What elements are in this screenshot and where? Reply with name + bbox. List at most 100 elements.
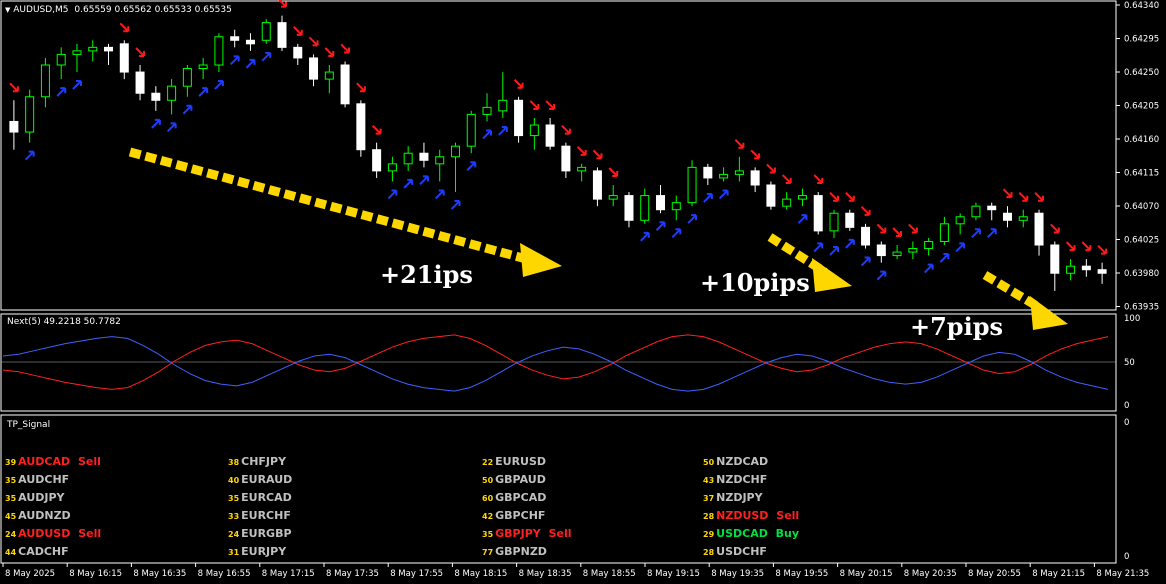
price-tick-label: 0.63980 <box>1124 269 1159 279</box>
signal-row: 77 GBPNZD <box>482 545 547 558</box>
candle-body <box>56 53 66 66</box>
signal-level-label: 0 <box>1124 418 1129 428</box>
candle-body <box>119 43 129 73</box>
signal-row: 24 EURGBP <box>228 527 292 540</box>
candle-body <box>529 124 539 137</box>
candle-body <box>214 36 224 66</box>
candle-body <box>372 149 382 172</box>
sell-arrow-icon <box>9 82 19 93</box>
sell-arrow-icon <box>513 79 524 89</box>
candle-body <box>182 68 192 87</box>
signal-pair: EURUSD <box>495 455 547 468</box>
candle-body <box>703 166 713 179</box>
sell-arrow-icon <box>876 223 887 234</box>
signal-direction: Buy <box>771 527 800 540</box>
pips-label-3: +7pips <box>910 312 1003 341</box>
signal-row: 43 NZDCHF <box>703 473 767 486</box>
buy-arrow-icon <box>923 263 934 274</box>
candle-body <box>403 152 413 165</box>
candle-body <box>72 50 82 55</box>
price-tick-label: 0.64160 <box>1124 135 1159 145</box>
buy-arrow-icon <box>387 189 398 200</box>
signal-row: 35 GBPJPY Sell <box>482 527 572 540</box>
signal-strength: 50 <box>482 476 494 485</box>
buy-arrow-icon <box>703 193 713 203</box>
signal-row: 45 AUDNZD <box>5 509 71 522</box>
candle-body <box>88 46 98 52</box>
candle-body <box>9 120 19 133</box>
sell-arrow-icon <box>750 149 761 160</box>
signal-pair: AUDCHF <box>18 473 70 486</box>
signal-row: 22 EURUSD <box>482 455 546 468</box>
main-header: ▼ AUDUSD,M5 0.65559 0.65562 0.65533 0.65… <box>5 5 232 15</box>
signal-strength: 35 <box>228 494 240 503</box>
candle-body <box>435 156 445 165</box>
time-tick-label: 8 May 19:15 <box>647 569 700 579</box>
signal-pair: EURAUD <box>241 473 293 486</box>
signal-row: 40 EURAUD <box>228 473 292 486</box>
buy-arrow-icon <box>261 51 272 62</box>
time-tick-label: 8 May 18:55 <box>583 569 636 579</box>
signal-strength: 50 <box>703 458 715 467</box>
candle-body <box>293 46 303 59</box>
candle-body <box>245 39 255 45</box>
candle-body <box>167 85 177 101</box>
sell-arrow-icon <box>1050 223 1060 234</box>
sell-arrow-icon <box>576 146 587 156</box>
candle-body <box>955 216 965 225</box>
sell-arrow-icon <box>845 191 855 202</box>
candle-body <box>734 170 744 175</box>
candle-body <box>40 64 50 98</box>
signal-strength: 37 <box>703 494 715 503</box>
candle-body <box>782 198 792 207</box>
signal-row: 42 GBPCHF <box>482 509 545 522</box>
candle-body <box>1066 265 1076 274</box>
indicator-level-label: 0 <box>1124 401 1129 411</box>
buy-arrow-icon <box>655 221 666 231</box>
signal-row: 33 EURCHF <box>228 509 291 522</box>
signal-row: 31 EURJPY <box>228 545 286 558</box>
sell-arrow-icon <box>766 163 776 174</box>
buy-arrow-icon <box>718 189 729 200</box>
buy-arrow-icon <box>829 245 839 256</box>
sell-arrow-icon <box>829 191 839 202</box>
indicator-lines <box>2 334 1109 392</box>
indicator-level-label: 100 <box>1124 314 1140 324</box>
signal-row: 24 AUDUSD Sell <box>5 527 101 540</box>
time-tick-label: 8 May 16:15 <box>69 569 122 579</box>
signal-pair: GBPCAD <box>495 491 547 504</box>
candle-body <box>813 195 823 232</box>
signal-strength: 29 <box>703 530 715 539</box>
candle-body <box>482 106 492 115</box>
sell-arrow-icon <box>813 174 824 185</box>
buy-arrow-icon <box>182 104 193 115</box>
candle-body <box>845 212 855 228</box>
candle-body <box>340 64 350 105</box>
time-tick-label: 8 May 16:55 <box>198 569 251 579</box>
signal-pair: NZDCAD <box>716 455 769 468</box>
buy-arrow-icon <box>72 80 82 90</box>
buy-arrow-icon <box>229 55 240 66</box>
candle-body <box>861 226 871 246</box>
time-tick-label: 8 May 18:15 <box>454 569 507 579</box>
candle-body <box>514 99 524 137</box>
buy-arrow-icon <box>860 256 871 267</box>
candle-body <box>324 71 334 80</box>
candles-layer <box>9 15 1107 291</box>
signal-strength: 24 <box>228 530 240 539</box>
sell-arrow-icon <box>1097 244 1108 255</box>
candle-body <box>261 22 271 41</box>
candle-body <box>876 244 886 257</box>
candle-body <box>592 170 602 200</box>
indicator-axis: 100 50 0 <box>1124 314 1140 411</box>
chart-canvas[interactable]: 0.64340 0.64295 0.64250 0.64205 0.64160 0.641… <box>0 0 1166 584</box>
buy-arrow-icon <box>403 178 414 189</box>
collapse-triangle-icon[interactable]: ▼ <box>5 6 10 14</box>
candle-body <box>151 92 161 101</box>
price-tick-label: 0.64340 <box>1124 1 1159 11</box>
price-tick-label: 0.64295 <box>1124 35 1159 45</box>
time-tick-label: 8 May 21:35 <box>1096 569 1149 579</box>
signal-pair: EURCAD <box>241 491 292 504</box>
signal-strength: 35 <box>5 476 17 485</box>
candle-body <box>419 152 429 161</box>
